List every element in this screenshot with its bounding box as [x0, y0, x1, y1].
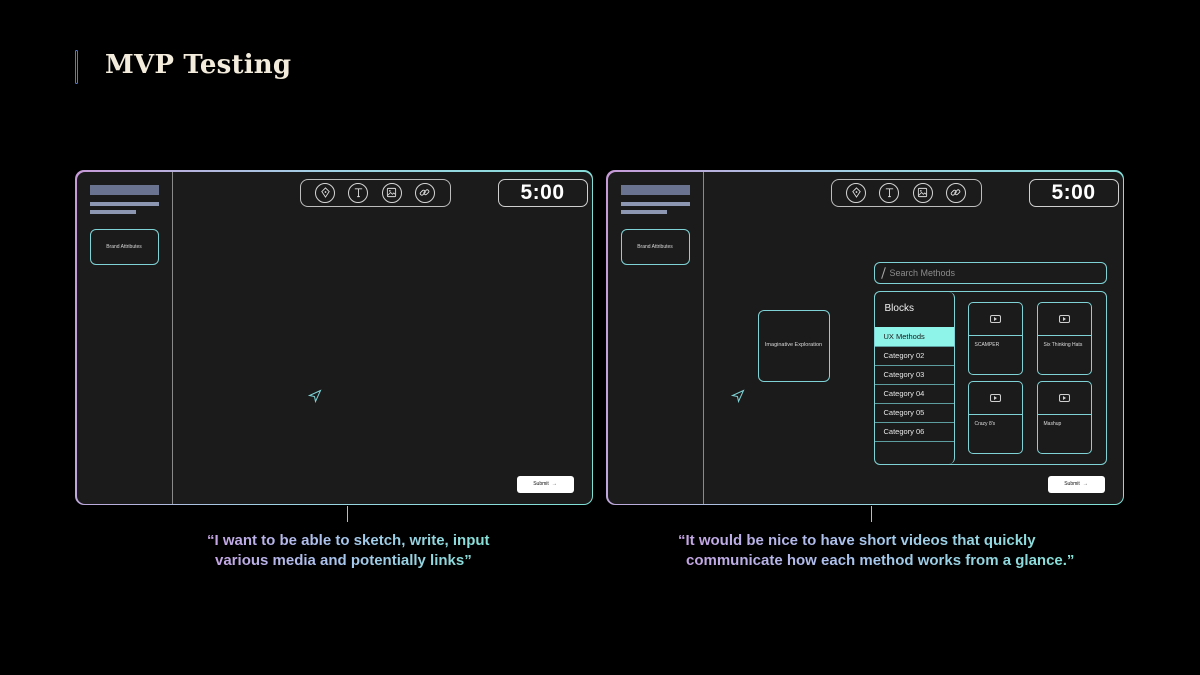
pen-icon — [320, 187, 330, 198]
video-label: Six Thinking Hats — [1043, 341, 1083, 348]
sidebar-text-placeholder — [620, 209, 667, 214]
video-card-crazy-8s[interactable]: Crazy 8's — [967, 380, 1023, 454]
video-thumbnail — [1037, 382, 1091, 415]
video-thumbnail — [1037, 303, 1091, 336]
sidebar-text-placeholder — [89, 201, 159, 206]
sidebar-text-placeholder — [89, 209, 136, 214]
search-icon — [880, 266, 886, 279]
video-label: Crazy 8's — [974, 420, 996, 427]
play-icon — [989, 393, 1001, 402]
quote-connector-line — [347, 506, 348, 522]
blocks-column: Blocks UX Methods Category 02 Category 0… — [874, 291, 955, 464]
play-icon — [1058, 393, 1070, 402]
sidebar: Brand Attributes — [77, 171, 173, 504]
category-05[interactable]: Category 05 — [874, 402, 954, 422]
text-icon — [885, 188, 894, 198]
pen-tool-button[interactable] — [315, 182, 336, 203]
toolbar — [830, 178, 982, 207]
video-thumbnail — [968, 303, 1022, 336]
link-tool-button[interactable] — [945, 182, 966, 203]
submit-button[interactable]: Submit → — [1047, 475, 1105, 493]
blocks-title: Blocks — [884, 302, 914, 314]
canvas-area: Brand Attributes 5:00 Imaginative Explor… — [607, 171, 1123, 504]
cursor-arrow-icon — [730, 388, 745, 403]
methods-panel: Blocks UX Methods Category 02 Category 0… — [873, 290, 1107, 465]
mockup-frame-methods: Brand Attributes 5:00 Imaginative Explor… — [606, 170, 1124, 505]
video-card-six-thinking-hats[interactable]: Six Thinking Hats — [1036, 301, 1092, 375]
video-label: Mashup — [1043, 420, 1062, 427]
sidebar-title-placeholder — [620, 184, 690, 195]
category-06[interactable]: Category 06 — [874, 421, 954, 441]
sidebar-title-placeholder — [89, 184, 159, 195]
category-04[interactable]: Category 04 — [874, 383, 954, 403]
submit-label: Submit — [1064, 481, 1080, 487]
page-title: MVP Testing — [105, 50, 292, 80]
search-methods-input[interactable]: Search Methods — [873, 261, 1107, 284]
sidebar: Brand Attributes — [608, 171, 704, 504]
submit-label: Submit — [533, 481, 549, 487]
timer: 5:00 — [497, 178, 588, 207]
image-icon — [387, 187, 397, 198]
mockup-frame-sketch: Brand Attributes 5:00 Submit → — [75, 170, 593, 505]
quote-line: various media and potentially links” — [215, 552, 472, 569]
text-icon — [354, 188, 363, 198]
cursor-arrow-icon — [307, 388, 322, 403]
video-card-mashup[interactable]: Mashup — [1036, 380, 1092, 454]
user-quote-videos: “It would be nice to have short videos t… — [678, 531, 1074, 571]
link-icon — [951, 189, 961, 196]
text-tool-button[interactable] — [879, 182, 900, 203]
link-icon — [420, 189, 430, 196]
category-03[interactable]: Category 03 — [874, 364, 954, 384]
quote-line: “I want to be able to sketch, write, inp… — [207, 532, 490, 549]
pen-icon — [851, 187, 861, 198]
quote-connector-line — [871, 506, 872, 522]
timer: 5:00 — [1028, 178, 1119, 207]
image-tool-button[interactable] — [381, 182, 402, 203]
brand-attributes-card[interactable]: Brand Attributes — [620, 228, 690, 265]
play-icon — [989, 314, 1001, 323]
video-card-scamper[interactable]: SCAMPER — [967, 301, 1023, 375]
category-divider — [874, 440, 954, 442]
text-tool-button[interactable] — [348, 182, 369, 203]
search-placeholder: Search Methods — [889, 267, 956, 278]
category-02[interactable]: Category 02 — [874, 345, 954, 365]
video-label: SCAMPER — [974, 341, 1000, 348]
arrow-right-icon: → — [551, 481, 557, 487]
submit-button[interactable]: Submit → — [516, 475, 574, 493]
quote-line: “It would be nice to have short videos t… — [678, 532, 1036, 549]
category-ux-methods[interactable]: UX Methods — [874, 326, 954, 346]
sidebar-text-placeholder — [620, 201, 690, 206]
quote-line: communicate how each method works from a… — [686, 552, 1075, 569]
user-quote-sketch: “I want to be able to sketch, write, inp… — [207, 531, 490, 571]
image-icon — [918, 187, 928, 198]
pen-tool-button[interactable] — [846, 182, 867, 203]
title-accent-bar — [75, 50, 78, 84]
toolbar — [299, 178, 451, 207]
video-thumbnail — [968, 382, 1022, 415]
arrow-right-icon: → — [1082, 481, 1088, 487]
imaginative-exploration-card[interactable]: Imaginative Exploration — [757, 309, 830, 382]
link-tool-button[interactable] — [414, 182, 435, 203]
play-icon — [1058, 314, 1070, 323]
brand-attributes-card[interactable]: Brand Attributes — [89, 228, 159, 265]
image-tool-button[interactable] — [912, 182, 933, 203]
canvas-area: Brand Attributes 5:00 Submit → — [76, 171, 592, 504]
